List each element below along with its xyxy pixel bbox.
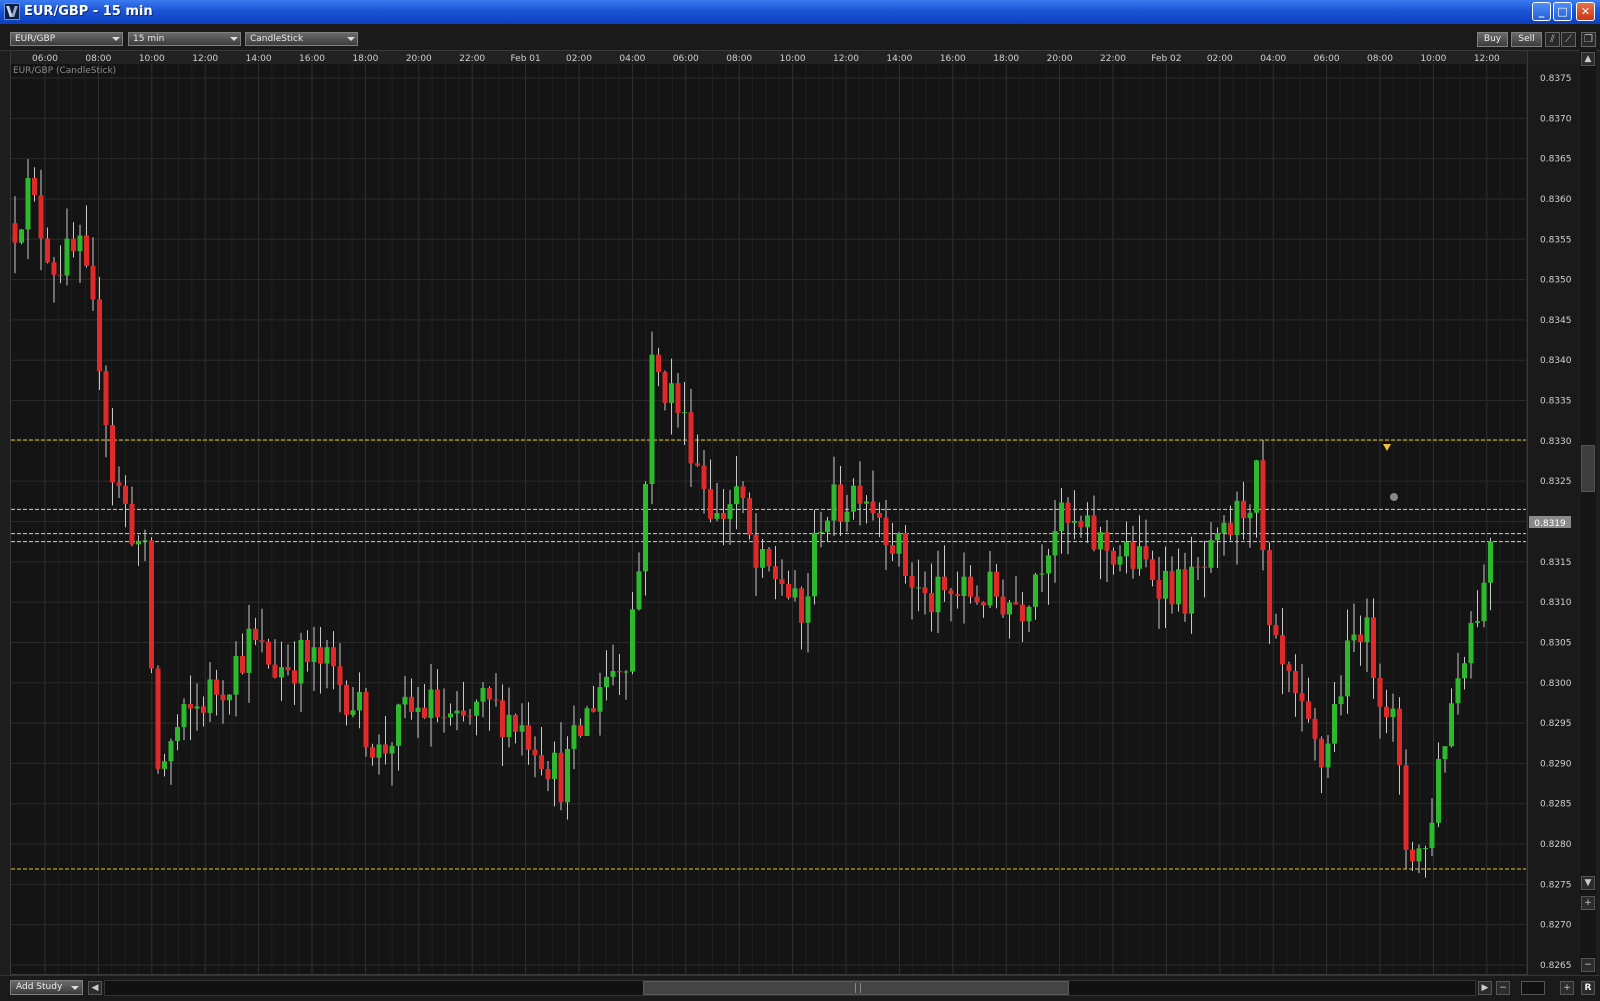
y-tick-label: 0.8295 <box>1540 719 1572 729</box>
zoom-out-time-icon[interactable]: − <box>1496 981 1510 995</box>
y-tick-label: 0.8275 <box>1540 880 1572 890</box>
y-tick-label: 0.8355 <box>1540 235 1572 245</box>
y-tick-label: 0.8305 <box>1540 638 1572 648</box>
add-study-button[interactable]: Add Study <box>10 980 83 995</box>
y-tick-label: 0.8350 <box>1540 276 1572 286</box>
vertical-scrollbar[interactable] <box>1580 50 1596 975</box>
scroll-up-icon[interactable]: ▲ <box>1581 52 1595 66</box>
zoom-level-field[interactable] <box>1521 981 1545 995</box>
y-tick-label: 0.8310 <box>1540 598 1572 608</box>
y-tick-label: 0.8375 <box>1540 74 1572 84</box>
y-tick-label: 0.8365 <box>1540 155 1572 165</box>
zoom-in-time-icon[interactable]: + <box>1560 981 1574 995</box>
y-tick-label: 0.8290 <box>1540 759 1572 769</box>
scroll-left-icon[interactable]: ◀ <box>88 981 102 995</box>
zoom-in-icon[interactable]: + <box>1581 896 1595 910</box>
vertical-scroll-thumb[interactable] <box>1581 445 1595 492</box>
scroll-down-icon[interactable]: ▼ <box>1581 876 1595 890</box>
chart-frame <box>10 50 1528 975</box>
chevron-down-icon <box>71 986 79 990</box>
y-tick-label: 0.8270 <box>1540 921 1572 931</box>
zoom-out-icon[interactable]: − <box>1581 958 1595 972</box>
y-tick-label: 0.8330 <box>1540 437 1572 447</box>
y-tick-label: 0.8285 <box>1540 800 1572 810</box>
y-tick-label: 0.8315 <box>1540 558 1572 568</box>
y-tick-label: 0.8280 <box>1540 840 1572 850</box>
y-tick-label: 0.8335 <box>1540 397 1572 407</box>
current-price-label: 0.8319 <box>1534 519 1566 529</box>
scroll-right-icon[interactable]: ▶ <box>1478 981 1492 995</box>
y-tick-label: 0.8300 <box>1540 679 1572 689</box>
reset-button[interactable]: R <box>1581 981 1595 995</box>
y-tick-label: 0.8265 <box>1540 961 1572 971</box>
y-tick-label: 0.8345 <box>1540 316 1572 326</box>
add-study-label: Add Study <box>16 982 63 992</box>
y-tick-label: 0.8360 <box>1540 195 1572 205</box>
scroll-grip-icon <box>855 983 861 993</box>
y-tick-label: 0.8340 <box>1540 356 1572 366</box>
y-tick-label: 0.8370 <box>1540 114 1572 124</box>
y-tick-label: 0.8325 <box>1540 477 1572 487</box>
